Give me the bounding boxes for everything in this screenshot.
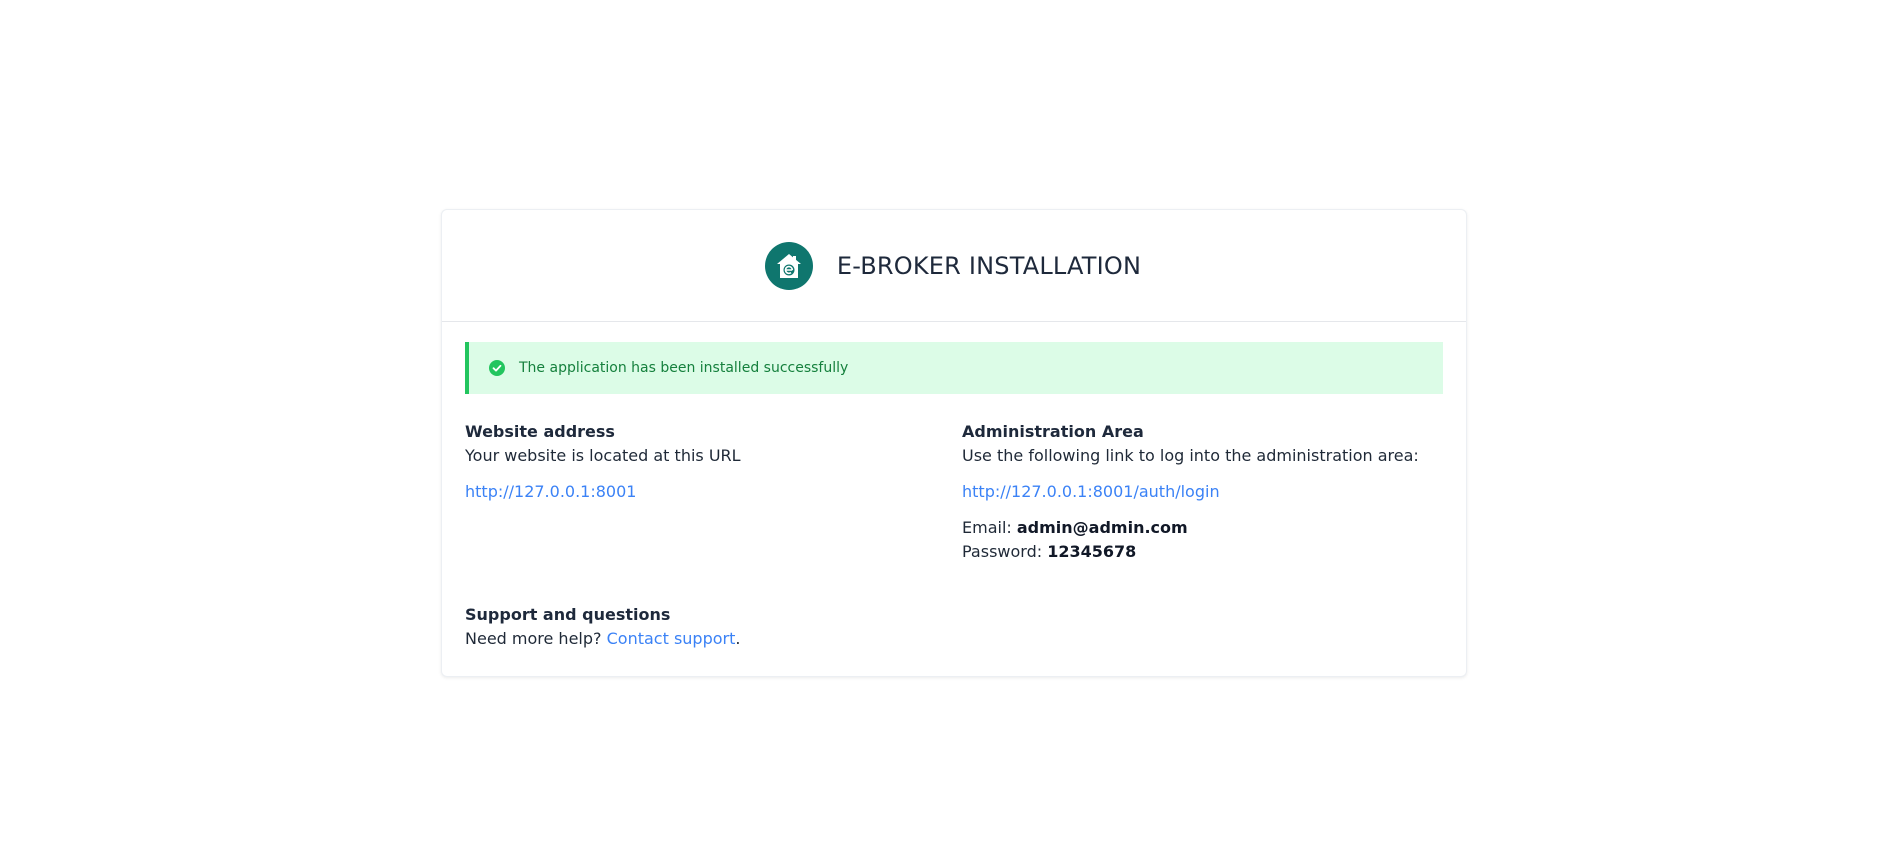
email-value: admin@admin.com xyxy=(1016,518,1188,537)
support-prefix: Need more help? xyxy=(465,629,602,648)
website-description: Your website is located at this URL xyxy=(465,446,741,465)
house-e-logo-icon xyxy=(764,241,813,290)
page-title: E-BROKER INSTALLATION xyxy=(836,251,1142,280)
email-label: Email: xyxy=(962,518,1012,537)
alert-message: The application has been installed succe… xyxy=(519,360,849,376)
admin-description: Use the following link to log into the a… xyxy=(962,446,1419,465)
admin-login-link[interactable]: http://127.0.0.1:8001/auth/login xyxy=(962,480,1419,504)
support-text: Need more help? Contact support. xyxy=(465,627,740,651)
success-alert: The application has been installed succe… xyxy=(465,342,1443,394)
contact-support-link[interactable]: Contact support xyxy=(607,629,736,648)
email-line: Email: admin@admin.com xyxy=(962,516,1419,540)
admin-section: Administration Area Use the following li… xyxy=(962,420,1419,564)
card-body: The application has been installed succe… xyxy=(442,322,1466,580)
admin-heading: Administration Area xyxy=(962,422,1144,441)
card-header: E-BROKER INSTALLATION xyxy=(442,210,1466,322)
password-line: Password: 12345678 xyxy=(962,540,1419,564)
website-heading: Website address xyxy=(465,422,615,441)
credentials: Email: admin@admin.com Password: 1234567… xyxy=(962,516,1419,564)
check-circle-icon xyxy=(489,360,505,376)
password-label: Password: xyxy=(962,542,1043,561)
support-section: Support and questions Need more help? Co… xyxy=(465,603,740,651)
website-url-link[interactable]: http://127.0.0.1:8001 xyxy=(465,480,741,504)
installation-card: E-BROKER INSTALLATION The application ha… xyxy=(441,209,1467,677)
support-suffix: . xyxy=(735,629,741,648)
website-section: Website address Your website is located … xyxy=(465,420,741,504)
password-value: 12345678 xyxy=(1047,542,1137,561)
info-columns: Website address Your website is located … xyxy=(465,420,1443,580)
support-heading: Support and questions xyxy=(465,605,671,624)
